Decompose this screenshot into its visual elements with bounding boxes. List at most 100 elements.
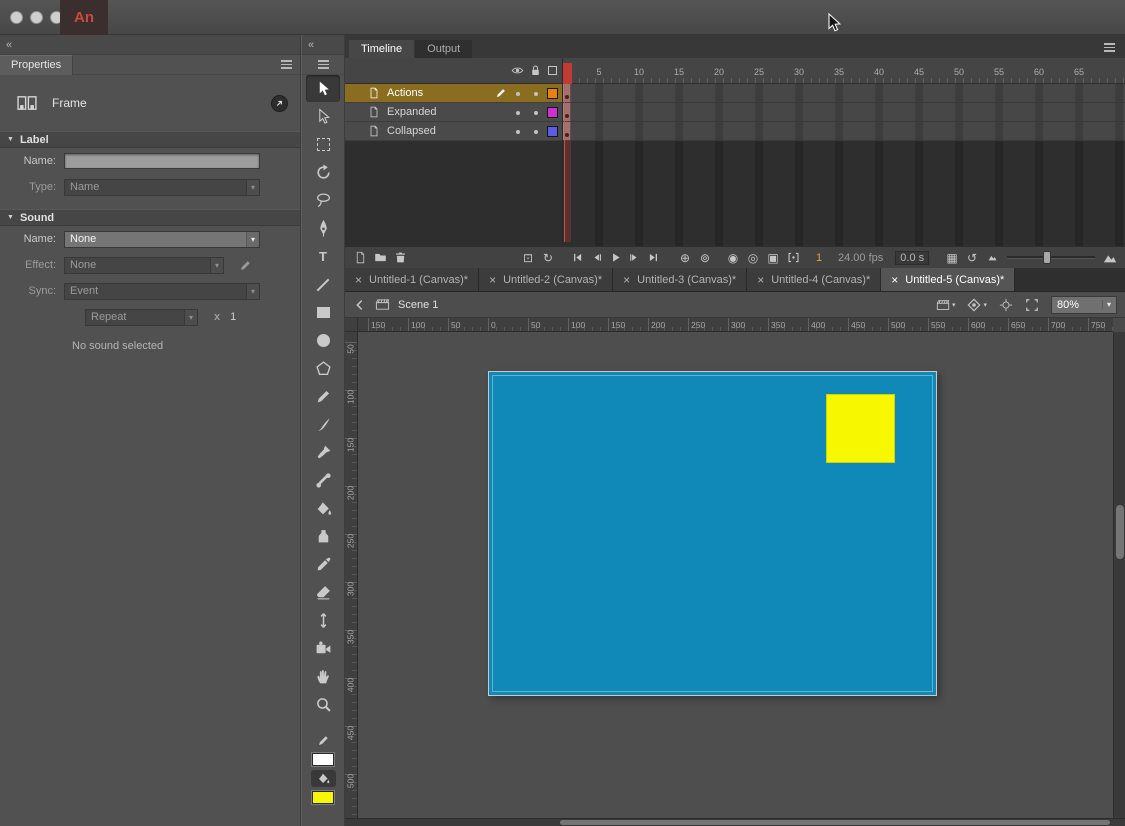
free-transform-tool[interactable]	[306, 131, 340, 158]
close-tab-icon[interactable]	[355, 273, 362, 287]
layer-name-cell[interactable]: Collapsed	[345, 122, 563, 141]
tab-properties[interactable]: Properties	[0, 55, 73, 75]
document-tab[interactable]: Untitled-2 (Canvas)*	[479, 268, 613, 291]
properties-menu-icon[interactable]	[281, 60, 292, 69]
eyedropper-tool[interactable]	[306, 551, 340, 578]
center-frame-button[interactable]: ⊡	[519, 249, 537, 267]
lasso-tool[interactable]	[306, 187, 340, 214]
edit-multiple-frames-button[interactable]: ▣	[764, 249, 782, 267]
frame-label-name-input[interactable]	[64, 153, 260, 169]
canvas[interactable]	[358, 332, 1113, 818]
zoom-tool[interactable]	[306, 691, 340, 718]
width-tool[interactable]	[306, 607, 340, 634]
edit-symbols-button[interactable]: ▾	[967, 298, 987, 312]
timeline-zoom-slider-thumb[interactable]	[1043, 251, 1051, 264]
layer-outline-color[interactable]	[547, 126, 558, 137]
loop-button[interactable]: ↻	[539, 249, 557, 267]
current-frame-indicator[interactable]: 1	[812, 252, 826, 264]
insert-keyframe-button[interactable]: ⊕	[676, 249, 694, 267]
zoom-out-frames-icon[interactable]	[983, 249, 1001, 267]
timeline-zoom-slider[interactable]	[1007, 256, 1095, 259]
scene-name[interactable]: Scene 1	[398, 299, 438, 311]
paint-bucket-tool[interactable]	[306, 495, 340, 522]
horizontal-scrollbar[interactable]	[345, 818, 1125, 826]
layer-lock-dot[interactable]	[534, 130, 538, 134]
timeline-empty-area[interactable]	[345, 141, 1125, 246]
3d-rotation-tool[interactable]	[306, 159, 340, 186]
pen-tool[interactable]	[306, 215, 340, 242]
camera-tool[interactable]	[306, 635, 340, 662]
layer-visibility-dot[interactable]	[516, 92, 520, 96]
document-tab[interactable]: Untitled-4 (Canvas)*	[747, 268, 881, 291]
layer-frames[interactable]	[563, 122, 1125, 141]
delete-layer-button[interactable]	[391, 249, 409, 267]
frame-ruler[interactable]: 5101520253035404550556065	[345, 58, 1125, 83]
titlebar[interactable]: An	[0, 0, 1125, 35]
reset-timeline-zoom-button[interactable]: ↺	[963, 249, 981, 267]
layer-row[interactable]: Collapsed	[345, 122, 1125, 141]
close-tab-icon[interactable]	[623, 273, 630, 287]
stroke-color-swatch[interactable]	[312, 753, 334, 766]
line-tool[interactable]	[306, 271, 340, 298]
show-hide-column-icon[interactable]	[511, 64, 524, 77]
collapse-panel-icon[interactable]: «	[308, 39, 314, 51]
zoom-in-frames-icon[interactable]	[1101, 249, 1119, 267]
close-tab-icon[interactable]	[489, 273, 496, 287]
go-to-first-frame-button[interactable]	[569, 249, 586, 267]
layer-name-cell[interactable]: Expanded	[345, 103, 563, 122]
sound-section-header[interactable]: ▼ Sound	[0, 209, 300, 226]
onion-skin-button[interactable]: ◉	[724, 249, 742, 267]
fill-color-swatch[interactable]	[312, 791, 334, 804]
close-tab-icon[interactable]	[891, 273, 898, 287]
layer-visibility-dot[interactable]	[516, 111, 520, 115]
layer-frames[interactable]	[563, 103, 1125, 122]
layer-lock-dot[interactable]	[534, 111, 538, 115]
timeline-view-options-button[interactable]: ▦	[943, 249, 961, 267]
eraser-tool[interactable]	[306, 579, 340, 606]
label-section-header[interactable]: ▼ Label	[0, 131, 300, 148]
selection-tool[interactable]	[306, 75, 340, 102]
step-back-button[interactable]	[588, 249, 605, 267]
timeline-menu-icon[interactable]	[1104, 43, 1115, 52]
tab-timeline[interactable]: Timeline	[349, 40, 414, 58]
sound-repeat-select[interactable]: Repeat ▾	[85, 309, 198, 326]
clip-content-button[interactable]	[1025, 298, 1039, 312]
insert-blank-keyframe-button[interactable]: ⊚	[696, 249, 714, 267]
pencil-tool[interactable]	[306, 383, 340, 410]
layer-name-cell[interactable]: Actions	[345, 84, 563, 103]
layer-frames[interactable]	[563, 84, 1125, 103]
collapse-panel-icon[interactable]: «	[6, 39, 12, 51]
layer-outline-color[interactable]	[547, 88, 558, 99]
hand-tool[interactable]	[306, 663, 340, 690]
window-minimize-button[interactable]	[30, 11, 43, 24]
rectangle-tool[interactable]	[306, 299, 340, 326]
layer-row[interactable]: Actions	[345, 84, 1125, 103]
lock-column-icon[interactable]	[529, 64, 542, 77]
oval-tool[interactable]	[306, 327, 340, 354]
document-tab[interactable]: Untitled-5 (Canvas)*	[881, 268, 1015, 291]
label-type-select[interactable]: Name ▾	[64, 179, 260, 196]
go-to-last-frame-button[interactable]	[645, 249, 662, 267]
subselection-tool[interactable]	[306, 103, 340, 130]
polystar-tool[interactable]	[306, 355, 340, 382]
layer-outline-color[interactable]	[547, 107, 558, 118]
horizontal-scrollbar-thumb[interactable]	[560, 820, 1110, 825]
help-button[interactable]: ➔	[271, 95, 288, 112]
repeat-count-value[interactable]: 1	[230, 311, 236, 323]
stage[interactable]	[488, 371, 937, 696]
onion-skin-outlines-button[interactable]: ◎	[744, 249, 762, 267]
yellow-rectangle[interactable]	[826, 394, 895, 463]
ink-bottle-tool[interactable]	[306, 523, 340, 550]
text-tool[interactable]: T	[306, 243, 340, 270]
document-tab[interactable]: Untitled-1 (Canvas)*	[345, 268, 479, 291]
zoom-select[interactable]: 80% ▾	[1051, 296, 1117, 314]
document-tab[interactable]: Untitled-3 (Canvas)*	[613, 268, 747, 291]
back-button[interactable]	[353, 298, 367, 312]
center-stage-button[interactable]	[999, 298, 1013, 312]
layer-lock-dot[interactable]	[534, 92, 538, 96]
new-layer-button[interactable]	[351, 249, 369, 267]
paint-brush-tool[interactable]	[306, 439, 340, 466]
sound-sync-select[interactable]: Event ▾	[64, 283, 260, 300]
window-close-button[interactable]	[10, 11, 23, 24]
close-tab-icon[interactable]	[757, 273, 764, 287]
